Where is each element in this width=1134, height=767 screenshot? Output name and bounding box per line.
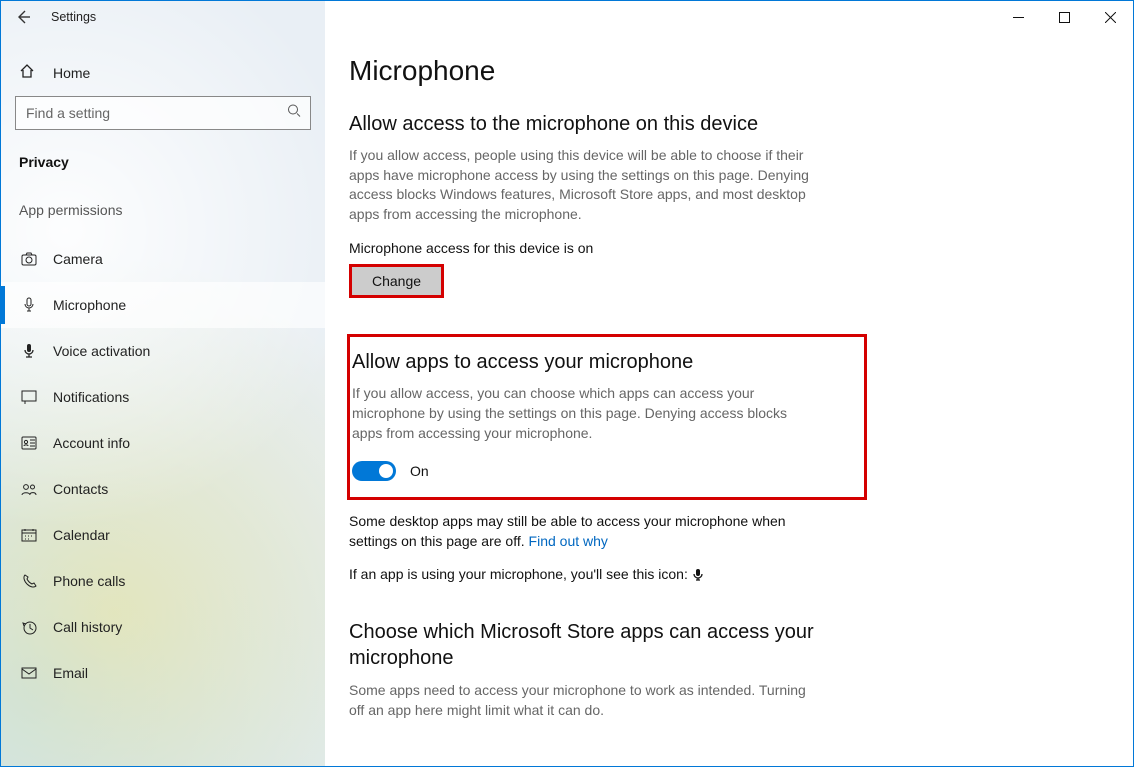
section-body-apps-access: If you allow access, you can choose whic… xyxy=(350,384,820,443)
section-body-store-apps: Some apps need to access your microphone… xyxy=(349,681,819,720)
call-history-icon xyxy=(19,620,39,635)
search-wrapper xyxy=(15,96,311,130)
find-out-why-link[interactable]: Find out why xyxy=(529,533,608,549)
title-bar: Settings xyxy=(1,1,1133,33)
sidebar-item-voice-activation[interactable]: Voice activation xyxy=(1,328,325,374)
voice-activation-icon xyxy=(19,343,39,359)
sidebar-item-microphone[interactable]: Microphone xyxy=(1,282,325,328)
account-info-icon xyxy=(19,436,39,450)
section-heading-apps-access: Allow apps to access your microphone xyxy=(350,351,848,374)
microphone-in-use-icon xyxy=(692,566,704,582)
sidebar-item-phone-calls[interactable]: Phone calls xyxy=(1,558,325,604)
email-icon xyxy=(19,667,39,679)
maximize-button[interactable] xyxy=(1041,1,1087,33)
section-heading-device-access: Allow access to the microphone on this d… xyxy=(349,113,1085,136)
window-controls xyxy=(995,1,1133,33)
sidebar-item-label: Calendar xyxy=(53,527,110,543)
toggle-state-label: On xyxy=(410,463,429,479)
phone-icon xyxy=(19,574,39,589)
microphone-icon xyxy=(19,297,39,313)
sidebar-item-account-info[interactable]: Account info xyxy=(1,420,325,466)
sidebar-item-notifications[interactable]: Notifications xyxy=(1,374,325,420)
sidebar-item-label: Home xyxy=(53,65,90,81)
sidebar-item-label: Account info xyxy=(53,435,130,451)
minimize-icon xyxy=(1013,12,1024,23)
apps-access-toggle[interactable] xyxy=(352,461,396,481)
home-icon xyxy=(19,63,39,82)
group-label: App permissions xyxy=(1,192,325,236)
sidebar-item-camera[interactable]: Camera xyxy=(1,236,325,282)
toggle-row: On xyxy=(350,461,848,481)
contacts-icon xyxy=(19,482,39,496)
arrow-left-icon xyxy=(15,9,31,25)
sidebar-item-label: Call history xyxy=(53,619,122,635)
change-button[interactable]: Change xyxy=(349,264,444,298)
maximize-icon xyxy=(1059,12,1070,23)
close-icon xyxy=(1105,12,1116,23)
toggle-knob xyxy=(379,464,393,478)
window-title: Settings xyxy=(45,10,96,24)
camera-icon xyxy=(19,252,39,266)
sidebar-item-label: Camera xyxy=(53,251,103,267)
notifications-icon xyxy=(19,390,39,404)
back-button[interactable] xyxy=(1,9,45,25)
sidebar-item-label: Microphone xyxy=(53,297,126,313)
sidebar-item-label: Phone calls xyxy=(53,573,125,589)
sidebar-item-label: Email xyxy=(53,665,88,681)
sidebar-item-contacts[interactable]: Contacts xyxy=(1,466,325,512)
desktop-apps-note: Some desktop apps may still be able to a… xyxy=(349,512,819,551)
calendar-icon xyxy=(19,528,39,542)
main-content: Microphone Allow access to the microphon… xyxy=(325,1,1133,766)
sidebar-item-calendar[interactable]: Calendar xyxy=(1,512,325,558)
search-icon xyxy=(287,104,301,123)
in-use-note: If an app is using your microphone, you'… xyxy=(349,565,819,585)
search-input[interactable] xyxy=(15,96,311,130)
sidebar: Home Privacy App permissions Camera Micr… xyxy=(1,1,325,766)
highlight-box-apps-access: Allow apps to access your microphone If … xyxy=(347,334,867,500)
close-button[interactable] xyxy=(1087,1,1133,33)
sidebar-item-email[interactable]: Email xyxy=(1,650,325,696)
section-heading-store-apps: Choose which Microsoft Store apps can ac… xyxy=(349,619,819,671)
sidebar-item-call-history[interactable]: Call history xyxy=(1,604,325,650)
section-body-device-access: If you allow access, people using this d… xyxy=(349,146,819,224)
page-title: Microphone xyxy=(349,55,1085,87)
sidebar-item-label: Voice activation xyxy=(53,343,150,359)
device-access-status: Microphone access for this device is on xyxy=(349,240,1085,256)
sidebar-item-label: Contacts xyxy=(53,481,108,497)
sidebar-item-home[interactable]: Home xyxy=(1,55,325,96)
category-label: Privacy xyxy=(1,148,325,192)
minimize-button[interactable] xyxy=(995,1,1041,33)
sidebar-item-label: Notifications xyxy=(53,389,129,405)
